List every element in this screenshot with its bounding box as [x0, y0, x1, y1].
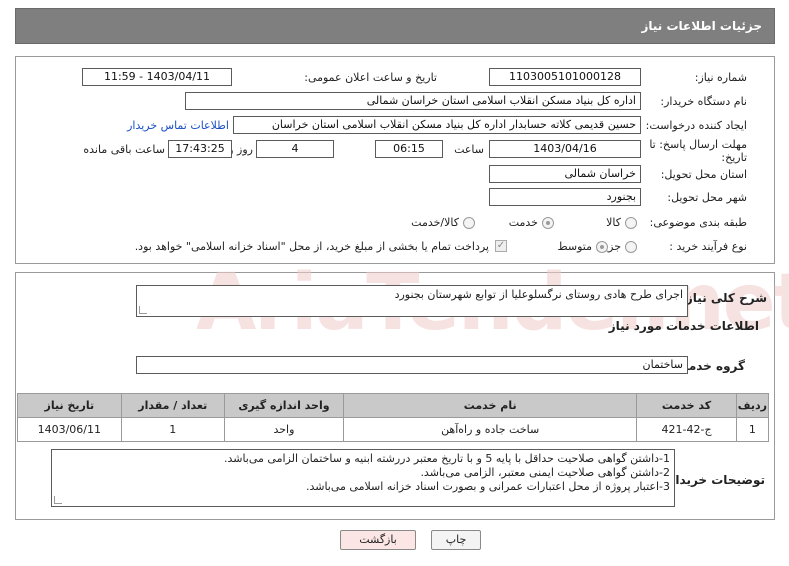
- resize-handle-icon[interactable]: [54, 496, 62, 504]
- days-field: 4: [256, 140, 334, 158]
- page-header: جزئیات اطلاعات نیاز: [15, 8, 775, 44]
- cell-service-code: ج-42-421: [636, 417, 737, 442]
- city-field: بجنورد: [489, 188, 641, 206]
- details-panel: [15, 56, 775, 264]
- cell-service-name: ساخت جاده و راه‌آهن: [342, 417, 638, 442]
- col-row: ردیف: [735, 393, 770, 418]
- creator-field: حسین قدیمی کلاته حسابدار اداره کل بنیاد …: [233, 116, 641, 134]
- category-option-goods-service: کالا/خدمت: [411, 216, 459, 229]
- category-label: طبقه بندی موضوعی:: [649, 216, 747, 229]
- summary-textarea[interactable]: اجرای طرح هادی روستای نرگسلوعلیا از تواب…: [136, 285, 688, 317]
- summary-text: اجرای طرح هادی روستای نرگسلوعلیا از تواب…: [394, 288, 683, 301]
- cell-need-date: 1403/06/11: [17, 417, 122, 442]
- province-field: خراسان شمالی: [489, 165, 641, 183]
- category-option-service: خدمت: [508, 216, 538, 229]
- resize-handle-icon[interactable]: [139, 306, 147, 314]
- deadline-date-field: 1403/04/16: [489, 140, 641, 158]
- service-group-field: ساختمان: [136, 356, 688, 374]
- process-radio-medium[interactable]: [596, 241, 608, 253]
- buyer-note-line-2: 2-داشتن گواهی صلاحیت ایمنی معتبر، الزامی…: [420, 466, 670, 479]
- services-title: اطلاعات خدمات مورد نیاز: [608, 319, 759, 333]
- buyer-notes-label: توضیحات خریدار:: [663, 473, 765, 487]
- cell-unit: واحد: [223, 417, 345, 442]
- buyer-label: نام دستگاه خریدار:: [660, 95, 747, 108]
- buyer-notes-textarea[interactable]: 1-داشتن گواهی صلاحیت حداقل با پایه 5 و ب…: [51, 449, 675, 507]
- col-unit: واحد اندازه گیری: [223, 393, 345, 418]
- buyer-field: اداره کل بنیاد مسکن انقلاب اسلامی استان …: [185, 92, 641, 110]
- buyer-contact-link[interactable]: اطلاعات تماس خریدار: [127, 119, 229, 132]
- summary-label: شرح کلی نیاز:: [681, 291, 767, 305]
- category-radio-goods-service[interactable]: [463, 217, 475, 229]
- category-radio-service[interactable]: [542, 217, 554, 229]
- table-row: 1 ج-42-421 ساخت جاده و راه‌آهن واحد 1 14…: [17, 417, 770, 442]
- announce-field: 1403/04/11 - 11:59: [82, 68, 232, 86]
- payment-note: پرداخت تمام یا بخشی از مبلغ خرید، از محل…: [134, 240, 489, 253]
- process-label: نوع فرآیند خرید :: [669, 240, 747, 253]
- back-button[interactable]: بازگشت: [340, 530, 416, 550]
- cell-quantity: 1: [120, 417, 225, 442]
- col-need-date: تاریخ نیاز: [17, 393, 122, 418]
- deadline-label-2: تاریخ:: [721, 151, 747, 164]
- col-service-name: نام خدمت: [342, 393, 638, 418]
- creator-label: ایجاد کننده درخواست:: [645, 119, 747, 132]
- remaining-label: ساعت باقی مانده: [83, 143, 165, 156]
- table-header-row: ردیف کد خدمت نام خدمت واحد اندازه گیری ت…: [17, 393, 770, 418]
- col-service-code: کد خدمت: [636, 393, 737, 418]
- need-number-label: شماره نیاز:: [694, 71, 747, 84]
- services-table: ردیف کد خدمت نام خدمت واحد اندازه گیری ت…: [17, 393, 770, 442]
- category-radio-goods[interactable]: [625, 217, 637, 229]
- treasury-checkbox[interactable]: ✓: [495, 240, 507, 252]
- remaining-time-field: 17:43:25: [168, 140, 232, 158]
- process-option-medium: متوسط: [557, 240, 592, 253]
- category-option-goods: کالا: [606, 216, 621, 229]
- cell-row: 1: [735, 417, 770, 442]
- province-label: استان محل تحویل:: [660, 168, 747, 181]
- deadline-label-1: مهلت ارسال پاسخ: تا: [649, 138, 747, 151]
- time-label: ساعت: [454, 143, 484, 156]
- process-radio-minor[interactable]: [625, 241, 637, 253]
- deadline-time-field: 06:15: [375, 140, 443, 158]
- need-number-field: 1103005101000128: [489, 68, 641, 86]
- buyer-note-line-1: 1-داشتن گواهی صلاحیت حداقل با پایه 5 و ب…: [223, 452, 670, 465]
- city-label: شهر محل تحویل:: [667, 191, 747, 204]
- print-button[interactable]: چاپ: [431, 530, 481, 550]
- col-quantity: تعداد / مقدار: [120, 393, 225, 418]
- announce-label: تاریخ و ساعت اعلان عمومی:: [304, 71, 437, 84]
- page-title: جزئیات اطلاعات نیاز: [641, 19, 762, 33]
- buyer-note-line-3: 3-اعتبار پروژه از محل اعتبارات عمرانی و …: [305, 480, 670, 493]
